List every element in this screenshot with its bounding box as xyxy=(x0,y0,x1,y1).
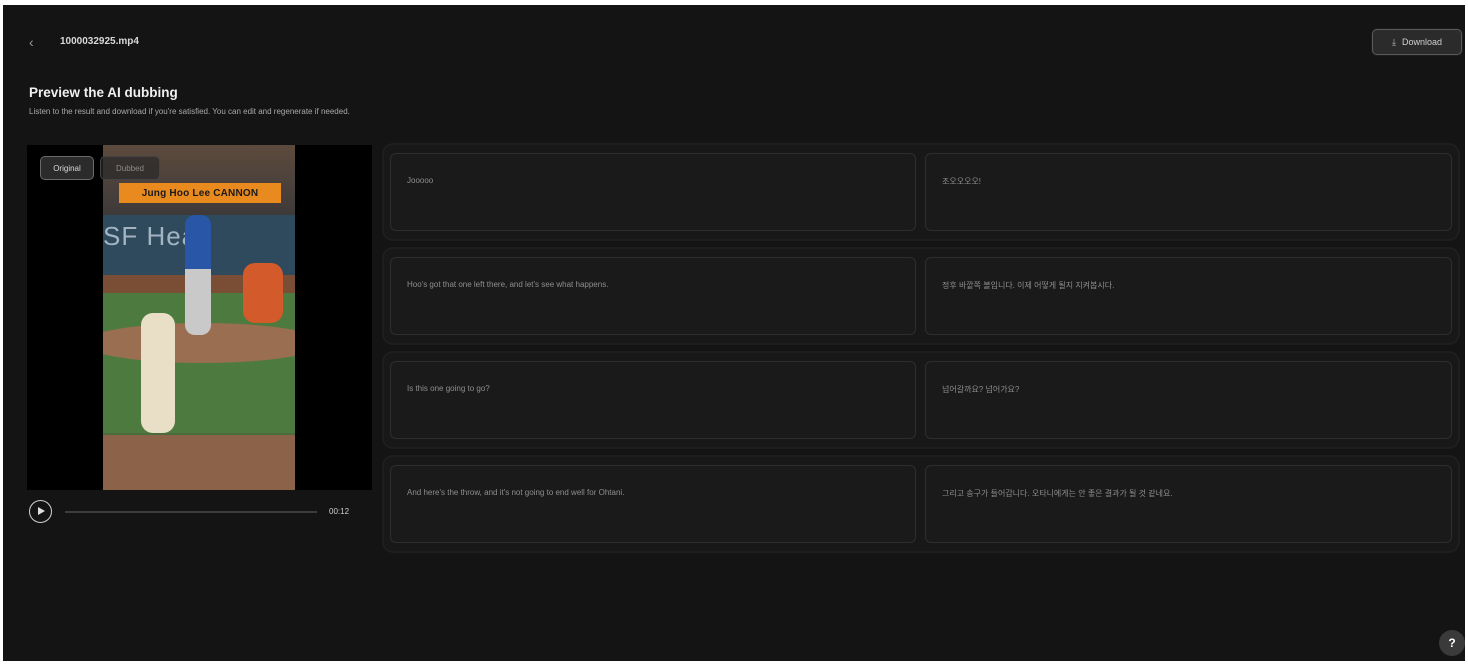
app-window: ‹ 1000032925.mp4 ⤓ Download Preview the … xyxy=(3,5,1465,661)
file-name: 1000032925.mp4 xyxy=(60,36,139,47)
segment-row: And here's the throw, and it's not going… xyxy=(384,457,1458,551)
translated-text-field[interactable]: 넘어갈까요? 넘어가요? xyxy=(925,361,1452,439)
chevron-left-icon[interactable]: ‹ xyxy=(29,35,43,49)
download-button[interactable]: ⤓ Download xyxy=(1372,29,1462,55)
video-frame[interactable]: SF Head Jung Hoo Lee CANNON xyxy=(103,145,295,490)
top-bar: ‹ 1000032925.mp4 ⤓ Download xyxy=(3,5,1465,75)
play-icon[interactable] xyxy=(29,500,52,523)
segment-row: Is this one going to go? 넘어갈까요? 넘어가요? xyxy=(384,353,1458,447)
video-batter xyxy=(185,215,211,335)
translated-text-field[interactable]: 그리고 송구가 들어갑니다. 오타니에게는 안 좋은 결과가 될 것 같네요. xyxy=(925,465,1452,543)
video-scene-mound xyxy=(103,435,295,490)
download-label: Download xyxy=(1401,37,1442,47)
video-player[interactable]: SF Head Jung Hoo Lee CANNON Original Dub… xyxy=(27,145,372,490)
page-subtitle: Listen to the result and download if you… xyxy=(29,107,350,116)
video-overlay-caption: Jung Hoo Lee CANNON xyxy=(119,183,281,203)
page-title: Preview the AI dubbing xyxy=(29,85,178,100)
source-text-field[interactable]: Jooooo xyxy=(390,153,916,231)
translated-text-field[interactable]: 조오오오오! xyxy=(925,153,1452,231)
download-icon: ⤓ xyxy=(1391,36,1396,47)
time-readout: 00:12 xyxy=(329,507,350,516)
segment-row: Hoo's got that one left there, and let's… xyxy=(384,249,1458,343)
playback-controls: 00:12 xyxy=(27,497,357,525)
source-text-field[interactable]: And here's the throw, and it's not going… xyxy=(390,465,916,543)
question-mark-icon[interactable]: ? xyxy=(1439,630,1465,656)
video-catcher xyxy=(243,263,283,323)
translated-text-field[interactable]: 정후 바깥쪽 볼입니다. 이제 어떻게 될지 지켜봅시다. xyxy=(925,257,1452,335)
source-text-field[interactable]: Is this one going to go? xyxy=(390,361,916,439)
progress-bar[interactable] xyxy=(65,511,317,513)
video-pitcher xyxy=(141,313,175,433)
original-toggle-button[interactable]: Original xyxy=(40,156,94,180)
segment-list: Jooooo 조오오오오! Hoo's got that one left th… xyxy=(384,145,1458,561)
source-text-field[interactable]: Hoo's got that one left there, and let's… xyxy=(390,257,916,335)
segment-row: Jooooo 조오오오오! xyxy=(384,145,1458,239)
dubbed-toggle-button[interactable]: Dubbed xyxy=(100,156,160,180)
